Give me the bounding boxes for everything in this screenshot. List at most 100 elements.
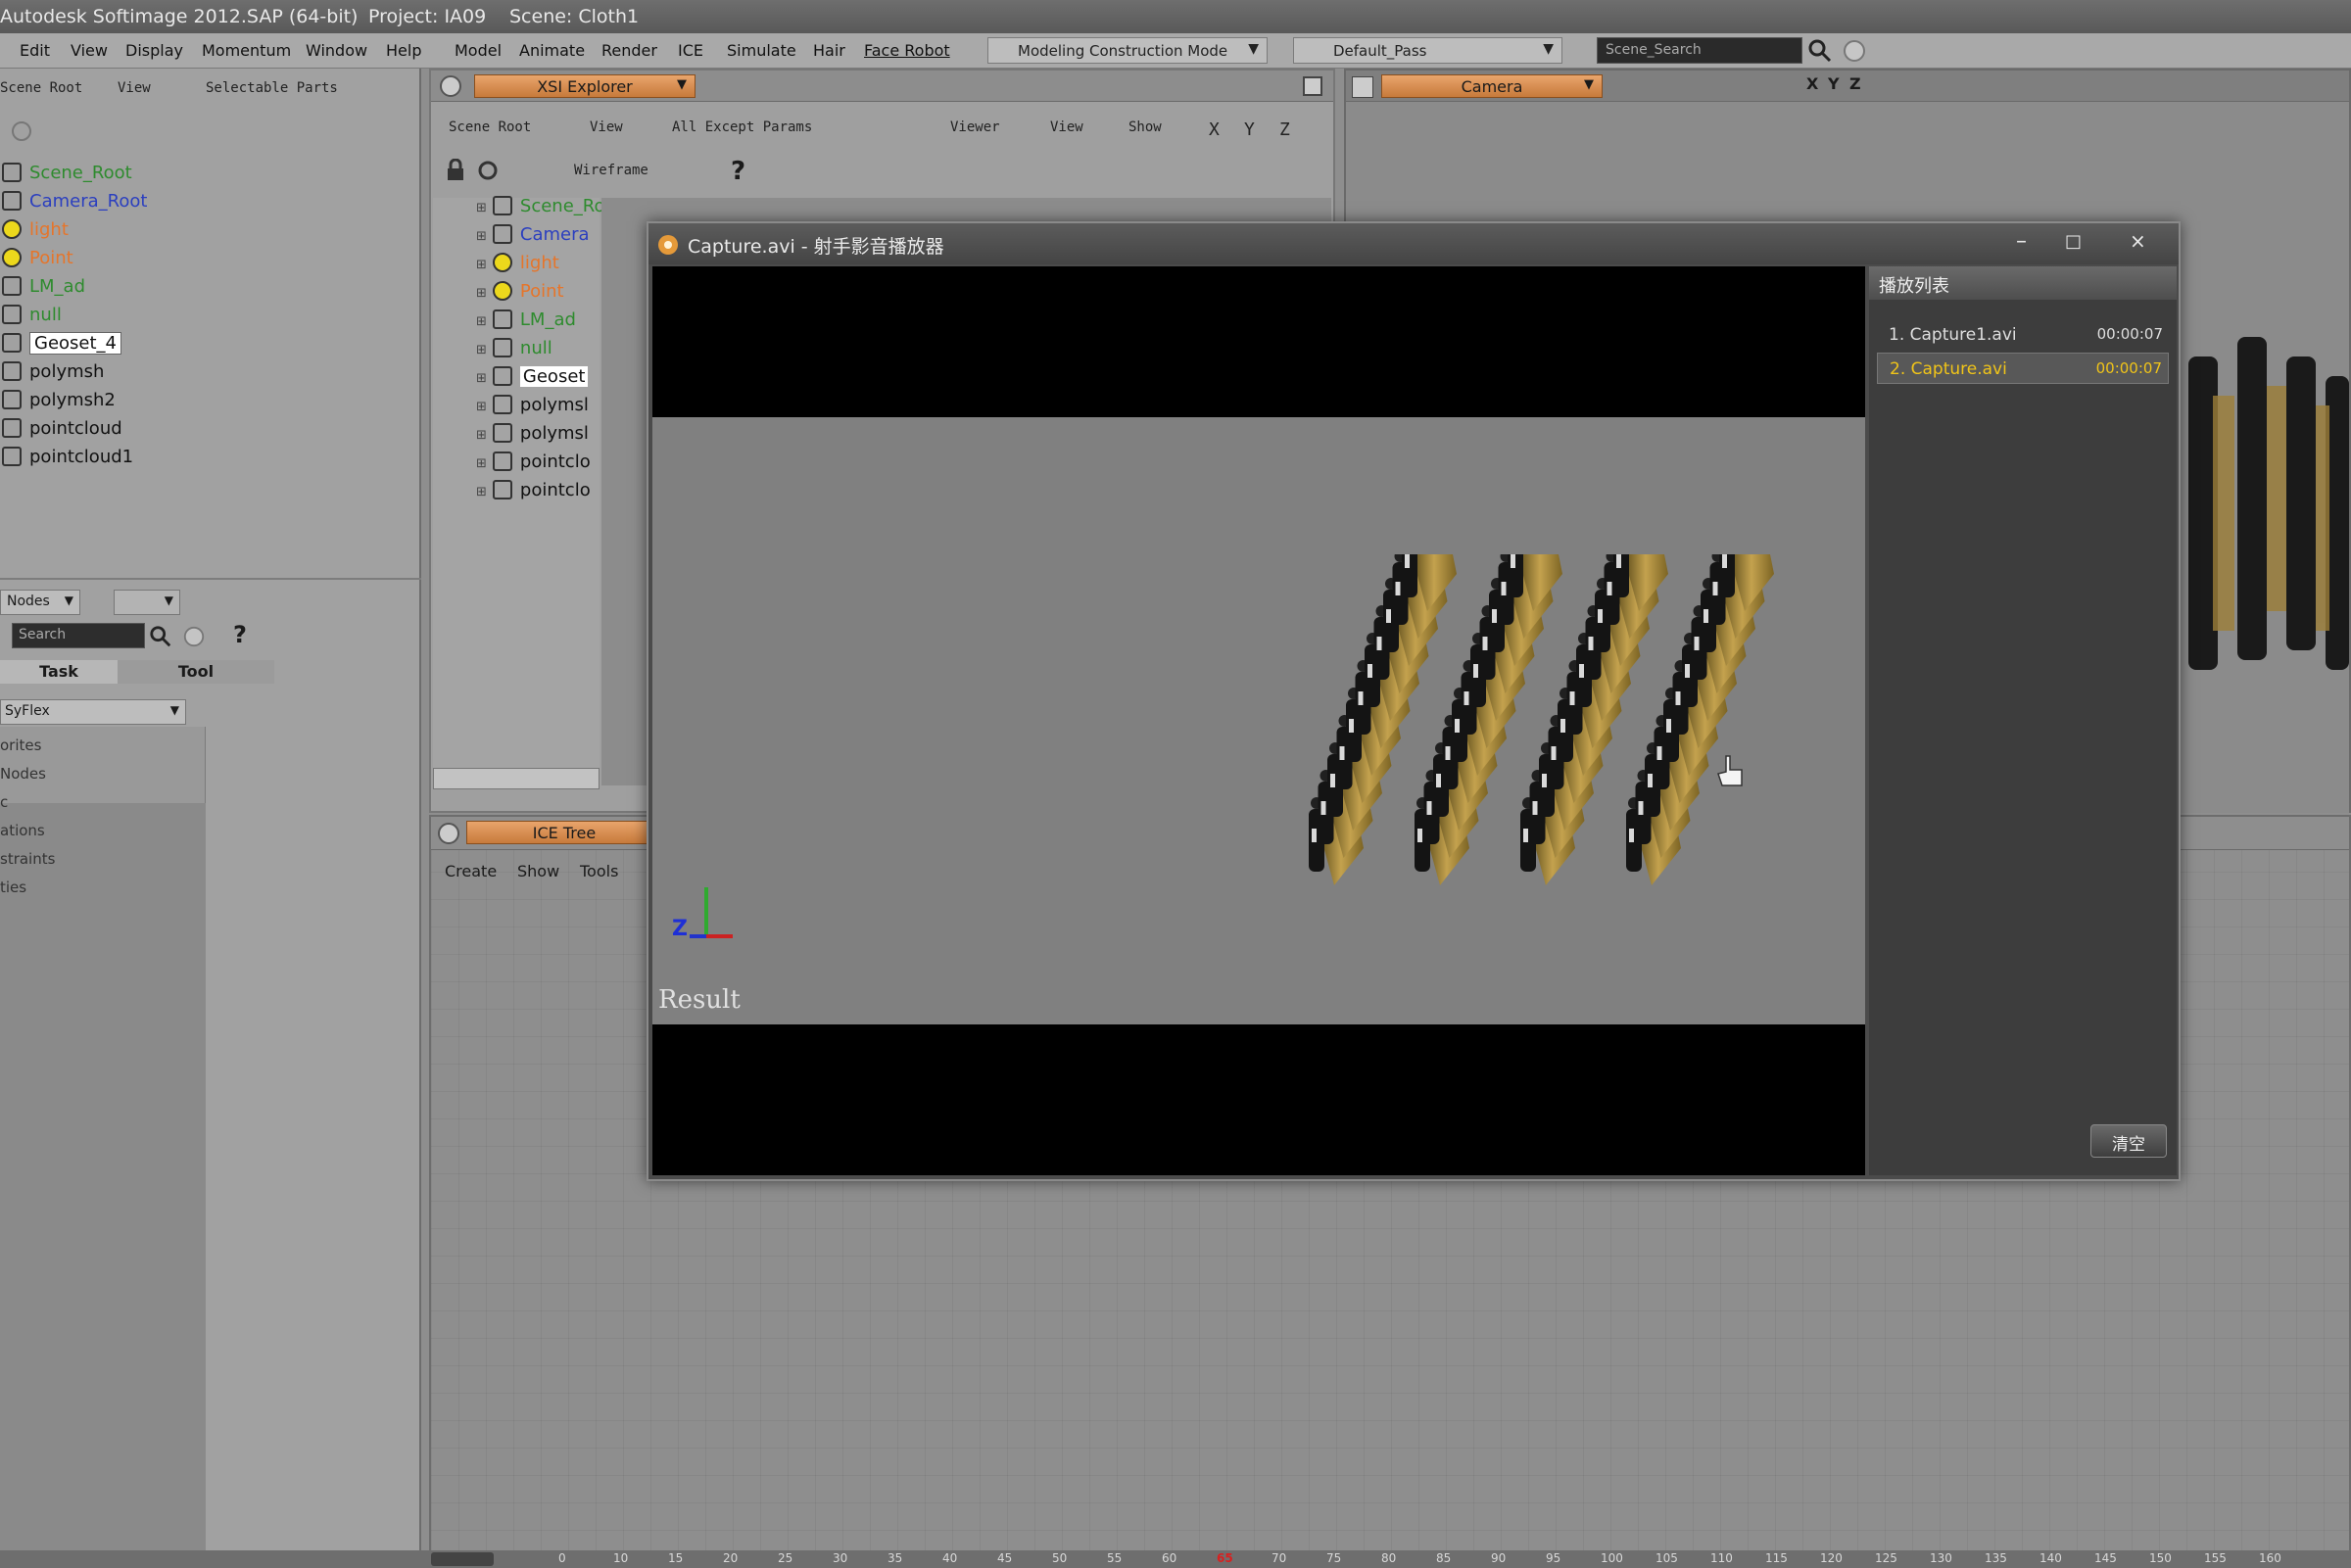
tree-item[interactable]: Scene_Root <box>2 163 132 188</box>
timeline[interactable]: 0 10 15 20 25 30 35 40 45 50 55 60 65 70 75 80 85 90 95 100… <box>0 1550 2351 1568</box>
tab-ice-tree[interactable]: ICE Tree <box>466 821 662 844</box>
tab-task[interactable]: Task <box>0 660 118 684</box>
scene-root-menu[interactable]: Scene Root <box>0 80 82 96</box>
expand-icon[interactable]: ⊞ <box>476 400 487 414</box>
scene-search-input[interactable]: Scene_Search <box>1597 37 1802 64</box>
scene-root-menu[interactable]: Scene Root <box>449 119 531 135</box>
tree-item[interactable]: null <box>2 305 62 330</box>
minimize-icon[interactable]: – <box>2016 229 2027 254</box>
menu-render[interactable]: Render <box>601 41 657 60</box>
menu-model[interactable]: Model <box>455 41 502 60</box>
menu-momentum[interactable]: Momentum <box>202 41 291 60</box>
maximize-icon[interactable]: □ <box>2065 231 2082 252</box>
menu-create[interactable]: Create <box>445 862 497 880</box>
timeline-start-field[interactable] <box>431 1552 494 1566</box>
category-dropdown[interactable]: SyFlex ▼ <box>0 699 186 725</box>
explorer-tree-item[interactable]: ⊞ LM_ad <box>476 309 576 335</box>
construction-mode-dropdown[interactable]: Modeling Construction Mode ▼ <box>987 37 1268 64</box>
search-icon[interactable] <box>1807 38 1833 64</box>
expand-icon[interactable]: ⊞ <box>476 201 487 215</box>
nodes-dropdown[interactable]: Nodes ▼ <box>0 590 80 615</box>
category-item[interactable]: c <box>0 793 8 811</box>
explorer-tree-item[interactable]: ⊞ pointclo <box>476 480 591 505</box>
refresh-icon[interactable] <box>476 159 500 182</box>
axis-x-button[interactable]: X <box>1806 74 1818 93</box>
explorer-tree-item[interactable]: ⊞ Point <box>476 281 564 307</box>
expand-icon[interactable]: ⊞ <box>476 343 487 357</box>
expand-icon[interactable]: ⊞ <box>476 485 487 499</box>
pass-dropdown[interactable]: Default_Pass ▼ <box>1293 37 1562 64</box>
menu-help[interactable]: Help <box>386 41 421 60</box>
menu-show[interactable]: Show <box>517 862 559 880</box>
menu-display[interactable]: Display <box>125 41 183 60</box>
menu-window[interactable]: Window <box>306 41 367 60</box>
menu-hair[interactable]: Hair <box>813 41 845 60</box>
show-menu[interactable]: Show <box>1128 119 1162 135</box>
clear-search-icon[interactable] <box>1842 38 1867 64</box>
tree-item[interactable]: polymsh2 <box>2 390 116 415</box>
axis-z-button[interactable]: Z <box>1849 74 1861 93</box>
search-icon[interactable] <box>149 625 172 648</box>
params-filter-menu[interactable]: All Except Params <box>672 119 812 135</box>
category-item[interactable]: ties <box>0 879 26 896</box>
menu-ice[interactable]: ICE <box>678 41 703 60</box>
viewport-letter-icon[interactable] <box>1352 76 1373 98</box>
category-item[interactable]: ations <box>0 822 45 839</box>
expand-icon[interactable]: ⊞ <box>476 428 487 443</box>
category-item[interactable]: Nodes <box>0 765 46 783</box>
explorer-tree-item[interactable]: ⊞ polymsl <box>476 423 589 449</box>
axis-y-button[interactable]: Y <box>1828 74 1840 93</box>
view-menu[interactable]: View <box>590 119 623 135</box>
tab-tool[interactable]: Tool <box>118 660 274 684</box>
tree-item[interactable]: pointcloud1 <box>2 447 133 472</box>
tree-item[interactable]: polymsh <box>2 361 104 387</box>
tree-item[interactable]: light <box>2 219 69 245</box>
panel-menu-icon[interactable] <box>439 74 462 98</box>
clear-playlist-button[interactable]: 清空 <box>2090 1124 2167 1158</box>
explorer-tree-item[interactable]: ⊞ Scene_Roc <box>476 196 614 221</box>
expand-icon[interactable]: ⊞ <box>476 371 487 386</box>
tree-item[interactable]: Point <box>2 248 73 273</box>
menu-simulate[interactable]: Simulate <box>727 41 796 60</box>
tree-item[interactable]: LM_ad <box>2 276 85 302</box>
video-frame[interactable]: Z Result <box>652 266 1865 1175</box>
expand-icon[interactable]: ⊞ <box>476 314 487 329</box>
lock-icon[interactable] <box>445 159 466 182</box>
wireframe-menu[interactable]: Wireframe <box>574 163 648 178</box>
explorer-tree-item[interactable]: ⊞ Geoset <box>476 366 589 392</box>
menu-animate[interactable]: Animate <box>519 41 585 60</box>
axis-y-button[interactable]: Y <box>1244 119 1255 140</box>
expand-icon[interactable]: ⊞ <box>476 229 487 244</box>
horizontal-scrollbar[interactable] <box>433 768 600 789</box>
menu-tools[interactable]: Tools <box>580 862 618 880</box>
axis-x-button[interactable]: X <box>1209 119 1220 140</box>
tree-item[interactable]: Camera_Root <box>2 191 147 216</box>
help-icon[interactable]: ? <box>731 157 745 186</box>
explorer-tree-item[interactable]: ⊞ polymsl <box>476 395 589 420</box>
maximize-panel-icon[interactable] <box>1303 76 1322 96</box>
camera-dropdown[interactable]: Camera ▼ <box>1381 74 1603 98</box>
explorer-tree-item[interactable]: ⊞ Camera <box>476 224 590 250</box>
view-menu-2[interactable]: View <box>1050 119 1083 135</box>
menu-edit[interactable]: Edit <box>20 41 50 60</box>
playlist-item[interactable]: 1. Capture1.avi 00:00:07 <box>1877 319 2169 351</box>
expand-icon[interactable]: ⊞ <box>476 456 487 471</box>
viewer-menu[interactable]: Viewer <box>950 119 1000 135</box>
explorer-tree-item[interactable]: ⊞ null <box>476 338 552 363</box>
playlist-item[interactable]: 2. Capture.avi 00:00:07 <box>1877 353 2169 384</box>
tab-xsi-explorer[interactable]: XSI Explorer ▼ <box>474 74 696 98</box>
category-item[interactable]: orites <box>0 736 41 754</box>
explorer-tree-item[interactable]: ⊞ pointclo <box>476 451 591 477</box>
panel-menu-icon[interactable] <box>437 822 460 845</box>
clear-search-icon[interactable] <box>182 625 206 648</box>
explorer-tree-item[interactable]: ⊞ light <box>476 253 559 278</box>
axis-z-button[interactable]: Z <box>1279 119 1290 140</box>
help-icon[interactable]: ? <box>233 621 247 648</box>
selectable-parts-menu[interactable]: Selectable Parts <box>206 80 338 96</box>
tree-item[interactable]: Geoset_4 <box>2 332 121 358</box>
category-item[interactable]: straints <box>0 850 55 868</box>
tree-item[interactable]: pointcloud <box>2 418 122 444</box>
expand-icon[interactable]: ⊞ <box>476 258 487 272</box>
refresh-icon[interactable] <box>8 118 35 145</box>
node-search-input[interactable]: Search <box>12 623 145 648</box>
